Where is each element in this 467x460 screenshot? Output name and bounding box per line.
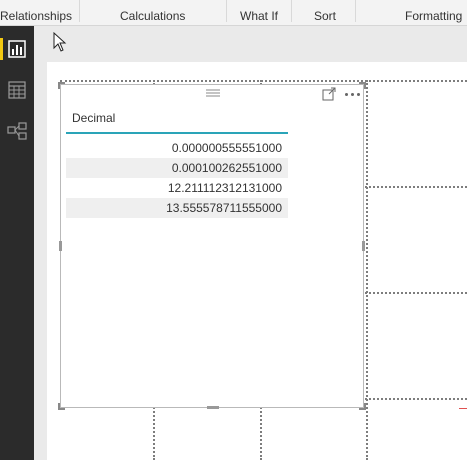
resize-handle-left[interactable] [59, 241, 62, 251]
focus-mode-icon[interactable] [321, 86, 337, 102]
bar-chart-icon [8, 40, 26, 58]
edge-indicator [459, 408, 467, 409]
resize-handle-bottom[interactable] [207, 406, 219, 409]
grid-line [366, 80, 368, 460]
resize-handle-bottom-right[interactable] [359, 403, 366, 410]
ribbon-separator [355, 0, 356, 22]
table-row[interactable]: 13.555578711555000 [66, 198, 288, 218]
grid-line [60, 80, 467, 82]
relationship-model-icon [7, 122, 27, 140]
nav-data-view[interactable] [0, 73, 34, 107]
left-navigation [0, 26, 34, 460]
nav-relationships-view[interactable] [0, 114, 34, 148]
more-options-icon[interactable] [342, 86, 362, 102]
resize-handle-bottom-left[interactable] [58, 403, 65, 410]
resize-handle-right[interactable] [362, 241, 365, 251]
ribbon-group-what-if[interactable]: What If [240, 8, 278, 24]
table-grid-icon [8, 81, 26, 99]
mouse-pointer-icon [53, 31, 67, 57]
table-visual[interactable]: Decimal 0.000000555551000 0.000100262551… [58, 82, 366, 410]
ribbon-group-relationships[interactable]: Relationships [0, 8, 72, 24]
nav-report-view[interactable] [0, 32, 34, 66]
ribbon-group-calculations[interactable]: Calculations [120, 8, 185, 24]
column-header-decimal[interactable]: Decimal [66, 107, 288, 134]
ribbon: Relationships Calculations What If Sort … [0, 0, 467, 26]
resize-handle-top-left[interactable] [58, 82, 65, 89]
table-row[interactable]: 12.211112312131000 [66, 178, 288, 198]
ribbon-group-formatting[interactable]: Formatting [405, 8, 462, 24]
data-table: Decimal 0.000000555551000 0.000100262551… [66, 107, 288, 218]
table-row[interactable]: 0.000100262551000 [66, 158, 288, 178]
ribbon-group-sort[interactable]: Sort [314, 8, 336, 24]
table-row[interactable]: 0.000000555551000 [66, 138, 288, 158]
ribbon-separator [226, 0, 227, 22]
ribbon-separator [291, 0, 292, 22]
drag-grip-icon[interactable] [205, 85, 221, 97]
ribbon-separator [79, 0, 80, 22]
